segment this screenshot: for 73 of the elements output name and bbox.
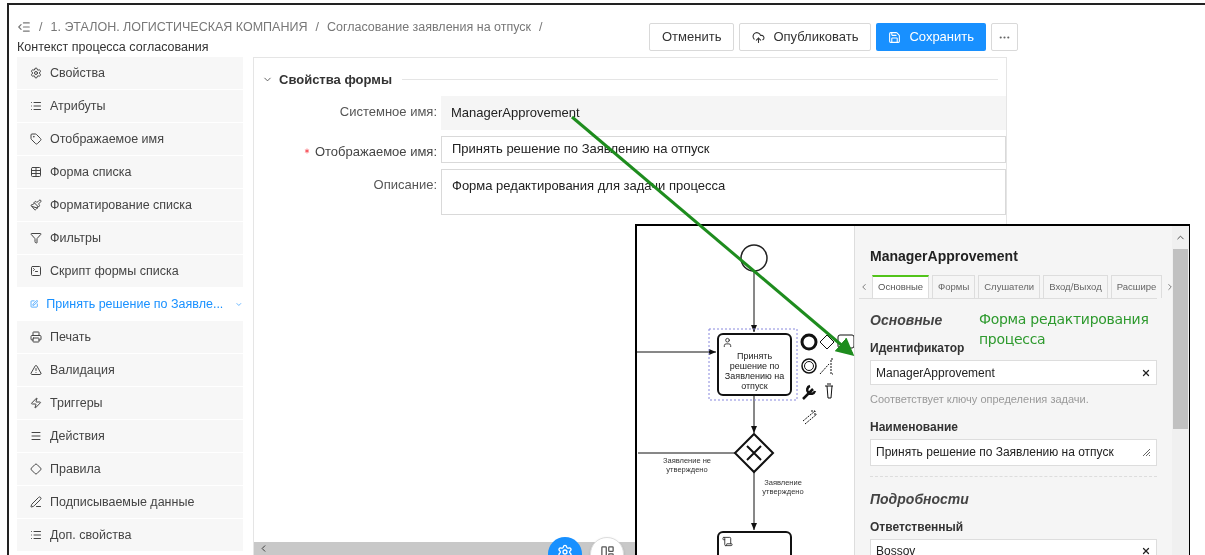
- field-hint: Соответствует ключу определения задачи.: [870, 392, 1090, 407]
- input-field[interactable]: ManagerApprovement: [870, 360, 1157, 385]
- publish-button[interactable]: Опубликовать: [739, 23, 872, 51]
- input-field[interactable]: Bossov: [870, 538, 1157, 555]
- sidebar-item[interactable]: Фильтры: [17, 222, 243, 254]
- start-event: [740, 244, 768, 272]
- breadcrumb-link[interactable]: 1. ЭТАЛОН. ЛОГИСТИЧЕСКАЯ КОМПАНИЯ: [50, 17, 308, 37]
- filter-icon: [30, 232, 42, 244]
- breadcrumb-separator: /: [315, 19, 319, 36]
- readonly-field: ManagerApprovement: [441, 95, 1006, 130]
- terminal-icon: [30, 265, 42, 277]
- sidebar-item[interactable]: Доп. свойства: [17, 519, 243, 551]
- lightning-icon: [30, 397, 42, 409]
- lines-icon: [30, 430, 42, 442]
- tag-icon: [30, 133, 42, 145]
- section-title: Свойства формы: [279, 71, 393, 89]
- annotation-text: Форма редактирования процесса: [979, 310, 1150, 349]
- panel-tab[interactable]: Основные: [872, 275, 930, 298]
- sidebar-item[interactable]: Форма списка: [17, 156, 243, 188]
- section-heading: Основные: [870, 311, 943, 330]
- scrollbar-thumb[interactable]: [1173, 249, 1188, 429]
- sidebar-item[interactable]: Действия: [17, 420, 243, 452]
- diamond-icon: [30, 463, 42, 475]
- gear-icon: [30, 67, 42, 79]
- sidebar-item[interactable]: Отображаемое имя: [17, 123, 243, 155]
- brush-icon: [30, 199, 42, 211]
- sidebar-item[interactable]: Форматирование списка: [17, 189, 243, 221]
- field-label: Наименование: [870, 418, 959, 436]
- task-label: Принять решение по Заявлению на отпуск: [723, 351, 786, 391]
- layout-icon: [599, 545, 615, 555]
- user-icon: [722, 337, 733, 348]
- breadcrumb-link[interactable]: Согласование заявления на отпуск: [326, 17, 532, 37]
- save-icon: [888, 30, 902, 44]
- list-icon: [30, 100, 42, 112]
- field-label: Системное имя:: [339, 102, 437, 121]
- panel-tab[interactable]: Вход/Выход: [1043, 275, 1108, 298]
- breadcrumb-separator: /: [539, 19, 543, 36]
- sidebar-item[interactable]: Атрибуты: [17, 90, 243, 122]
- warning-icon: [30, 364, 42, 376]
- exclusive-gateway: [734, 433, 775, 474]
- cancel-button[interactable]: Отменить: [649, 23, 735, 51]
- menu-collapse-icon[interactable]: [17, 20, 31, 34]
- vertical-scrollbar[interactable]: [1172, 226, 1189, 555]
- sidebar-item[interactable]: Печать: [17, 321, 243, 353]
- field-label: Отображаемое имя:: [314, 142, 437, 161]
- panel-title: ManagerApprovement: [870, 247, 1019, 266]
- sidebar-item[interactable]: Валидация: [17, 354, 243, 386]
- cloud-upload-icon: [752, 30, 766, 44]
- clear-icon: [1141, 546, 1151, 555]
- sidebar-item[interactable]: Подписываемые данные: [17, 486, 243, 518]
- field-label: Описание:: [373, 175, 437, 194]
- tab-scroll-left-icon[interactable]: [859, 282, 869, 292]
- resize-grip-icon: [1141, 447, 1151, 457]
- printer-icon: [30, 331, 42, 343]
- edit-icon: [30, 298, 39, 310]
- sidebar-item[interactable]: Свойства: [17, 57, 243, 89]
- sidebar-item[interactable]: Скрипт формы списка: [17, 255, 243, 287]
- sidebar-item[interactable]: Триггеры: [17, 387, 243, 419]
- script-icon: [722, 536, 733, 547]
- field-label: Идентификатор: [870, 340, 965, 357]
- breadcrumb-current: Контекст процесса согласования: [17, 39, 209, 56]
- sidebar-item[interactable]: Правила: [17, 453, 243, 485]
- pen-icon: [30, 496, 42, 508]
- table-icon: [30, 166, 42, 178]
- list-icon: [30, 529, 42, 541]
- breadcrumb-separator: /: [39, 19, 43, 36]
- panel-tab[interactable]: Слушатели: [978, 275, 1041, 298]
- textarea-field[interactable]: Принять решение по Заявлению на отпуск: [870, 438, 1157, 466]
- section-heading: Подробности: [870, 489, 969, 509]
- field-label: Ответственный: [870, 518, 964, 536]
- clear-icon: [1141, 367, 1151, 378]
- panel-tab[interactable]: Расшире: [1110, 275, 1163, 298]
- panel-tab[interactable]: Формы: [932, 275, 976, 298]
